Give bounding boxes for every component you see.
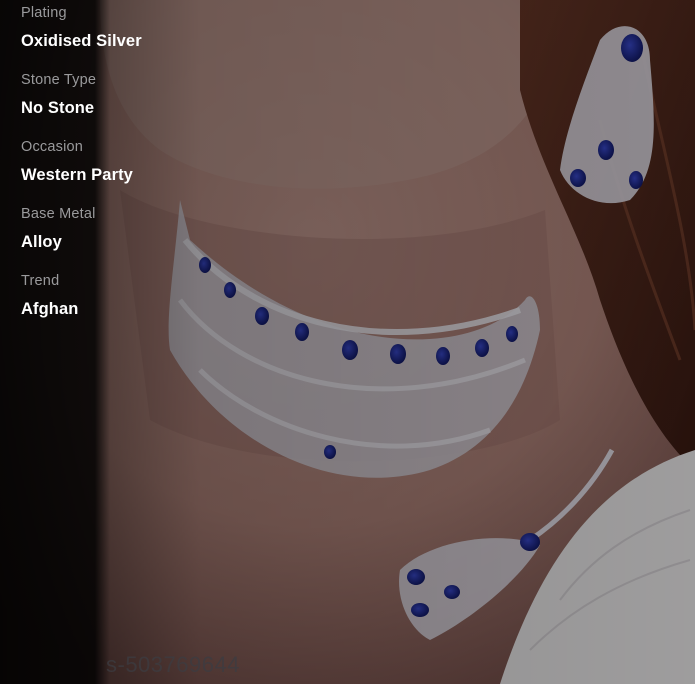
spec-plating: Plating Oxidised Silver [21,4,221,71]
product-specs-panel: Plating Oxidised Silver Stone Type No St… [21,4,221,339]
spec-stone-type: Stone Type No Stone [21,71,221,138]
spec-trend: Trend Afghan [21,272,221,339]
spec-label: Trend [21,273,60,289]
spec-value: Oxidised Silver [21,32,142,50]
spec-occasion: Occasion Western Party [21,138,221,205]
spec-value: No Stone [21,99,95,117]
spec-label: Plating [21,5,67,21]
spec-label: Occasion [21,139,84,155]
spec-base-metal: Base Metal Alloy [21,205,221,272]
spec-value: Western Party [21,166,133,184]
image-watermark: s-503769644 [106,652,240,677]
spec-value: Alloy [21,233,62,251]
spec-value: Afghan [21,300,79,318]
spec-label: Stone Type [21,72,97,88]
spec-label: Base Metal [21,206,96,222]
